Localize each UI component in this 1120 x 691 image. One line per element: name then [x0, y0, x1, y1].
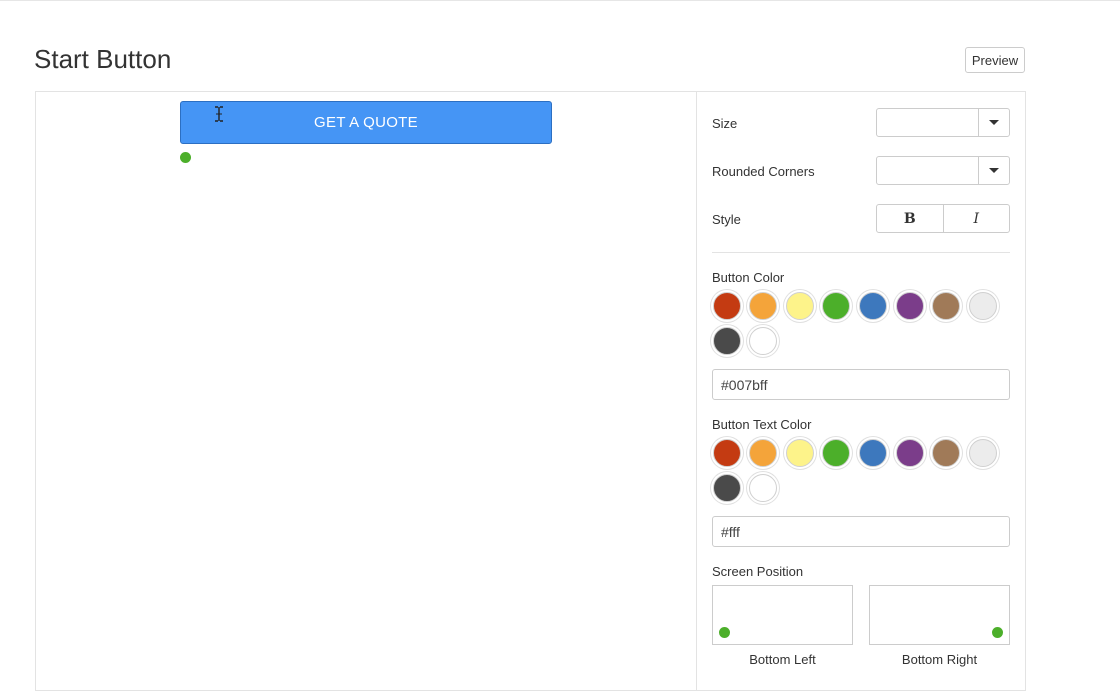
select-divider — [978, 157, 979, 184]
rounded-corners-select[interactable] — [876, 156, 1010, 185]
rounded-corners-label: Rounded Corners — [712, 164, 815, 179]
color-swatch[interactable] — [859, 439, 887, 467]
button-text-color-input[interactable] — [712, 516, 1010, 547]
color-swatch[interactable] — [713, 474, 741, 502]
color-swatch[interactable] — [749, 474, 777, 502]
section-divider — [712, 252, 1010, 253]
color-swatch[interactable] — [969, 439, 997, 467]
bold-icon[interactable]: B — [877, 205, 943, 232]
color-swatch[interactable] — [786, 439, 814, 467]
color-swatch[interactable] — [749, 327, 777, 355]
text-cursor-icon — [215, 106, 223, 122]
settings-panel: Size Rounded Corners Style B I Button Co… — [712, 92, 1010, 690]
bottom-left-label: Bottom Left — [749, 652, 816, 667]
position-anchor-dot — [180, 152, 191, 163]
position-bottom-right-option[interactable] — [869, 585, 1010, 645]
position-dot — [719, 627, 730, 638]
color-swatch[interactable] — [969, 292, 997, 320]
chevron-down-icon — [989, 120, 999, 125]
button-color-label: Button Color — [712, 270, 785, 285]
screen-position-label: Screen Position — [712, 564, 804, 579]
position-dot — [992, 627, 1003, 638]
position-bottom-left-option[interactable] — [712, 585, 853, 645]
color-swatch[interactable] — [896, 439, 924, 467]
color-swatch[interactable] — [713, 439, 741, 467]
editor-frame: GET A QUOTE Size Rounded Corners Style B… — [35, 91, 1026, 691]
color-swatch[interactable] — [749, 292, 777, 320]
chevron-down-icon — [989, 168, 999, 173]
color-swatch[interactable] — [932, 439, 960, 467]
color-swatch[interactable] — [859, 292, 887, 320]
color-swatch[interactable] — [713, 292, 741, 320]
preview-canvas: GET A QUOTE — [36, 92, 697, 690]
button-text-color-label: Button Text Color — [712, 417, 812, 432]
style-label: Style — [712, 212, 741, 227]
color-swatch[interactable] — [749, 439, 777, 467]
color-swatch[interactable] — [822, 292, 850, 320]
preview-button[interactable]: Preview — [965, 47, 1025, 73]
size-label: Size — [712, 116, 738, 131]
color-swatch[interactable] — [896, 292, 924, 320]
button-color-input[interactable] — [712, 369, 1010, 400]
italic-icon[interactable]: I — [942, 205, 1010, 232]
color-swatch[interactable] — [713, 327, 741, 355]
color-swatch[interactable] — [786, 292, 814, 320]
get-a-quote-button[interactable]: GET A QUOTE — [180, 101, 552, 144]
style-toggle-group: B I — [876, 204, 1010, 233]
select-divider — [978, 109, 979, 136]
bottom-right-label: Bottom Right — [901, 652, 978, 667]
top-border — [0, 0, 1120, 1]
color-swatch[interactable] — [822, 439, 850, 467]
color-swatch[interactable] — [932, 292, 960, 320]
page-title: Start Button — [34, 44, 172, 74]
size-select[interactable] — [876, 108, 1010, 137]
